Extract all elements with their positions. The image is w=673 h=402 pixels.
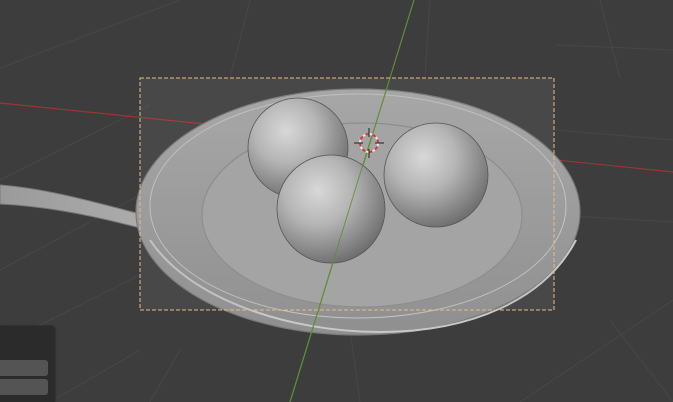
operator-panel-header[interactable] (0, 326, 55, 356)
operator-panel-field-2[interactable]: n (0, 379, 48, 395)
operator-panel[interactable]: n n (0, 326, 55, 402)
sphere-object-front[interactable] (276, 154, 386, 264)
viewport-scene[interactable] (0, 0, 673, 402)
operator-panel-field-1[interactable]: n (0, 360, 48, 376)
3d-viewport[interactable]: n n (0, 0, 673, 402)
sphere-object-right[interactable] (383, 122, 489, 228)
